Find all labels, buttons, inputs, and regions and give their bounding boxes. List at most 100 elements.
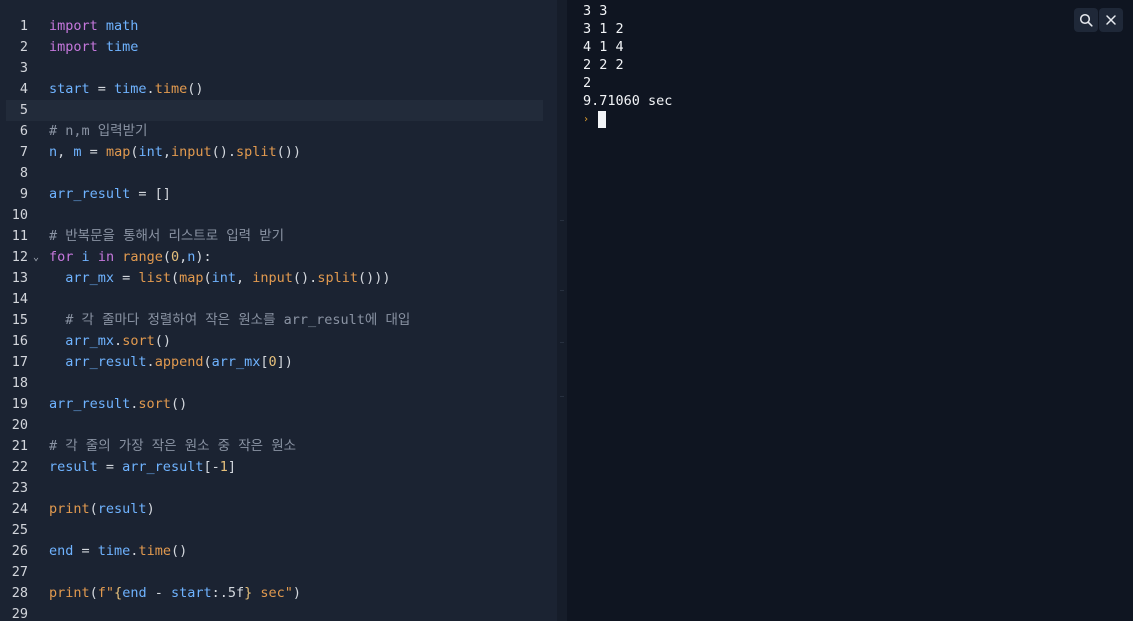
- code-token: # 반복문을 통해서 리스트로 입력 받기: [49, 228, 285, 244]
- line-number: 11: [11, 228, 28, 244]
- code-editor[interactable]: 1 import math 2 import time 3 4 start = time.t…: [0, 0, 557, 621]
- close-icon: [1106, 15, 1116, 25]
- code-token: input: [252, 270, 293, 286]
- line-number: 14: [11, 291, 28, 307]
- code-token: {: [114, 585, 123, 601]
- console-pane[interactable]: 3 3 3 1 2 4 1 4 2 2 2 2 9.71060 sec ›: [567, 0, 1133, 621]
- line-number: 29: [11, 606, 28, 621]
- code-text: import math: [49, 16, 138, 37]
- code-line[interactable]: 21 # 각 줄의 가장 작은 원소 중 작은 원소: [0, 436, 557, 457]
- code-line[interactable]: 11 # 반복문을 통해서 리스트로 입력 받기: [0, 226, 557, 247]
- code-token: .: [146, 81, 155, 97]
- code-token: split: [236, 144, 277, 160]
- code-line[interactable]: 4 start = time.time(): [0, 79, 557, 100]
- console-output-line: 4 1 4: [583, 39, 624, 55]
- code-token: [: [260, 354, 269, 370]
- code-line[interactable]: 3: [0, 58, 557, 79]
- code-line[interactable]: 12 ⌄ for i in range(0,n):: [0, 247, 557, 268]
- code-token: range: [122, 249, 163, 265]
- code-line[interactable]: 16 arr_mx.sort(): [0, 331, 557, 352]
- code-line[interactable]: 14: [0, 289, 557, 310]
- code-token: sec": [252, 585, 293, 601]
- line-number: 4: [19, 81, 28, 97]
- code-line[interactable]: 15 # 각 줄마다 정렬하여 작은 원소를 arr_result에 대입: [0, 310, 557, 331]
- code-line[interactable]: 20: [0, 415, 557, 436]
- code-line[interactable]: 28 print(f"{end - start:.5f} sec"): [0, 583, 557, 604]
- code-line[interactable]: 18: [0, 373, 557, 394]
- search-button[interactable]: [1074, 8, 1098, 32]
- console-prompt[interactable]: ›: [583, 110, 607, 128]
- code-line[interactable]: 19 arr_result.sort(): [0, 394, 557, 415]
- code-line[interactable]: 7 n, m = map(int,input().split()): [0, 142, 557, 163]
- code-token: [-: [203, 459, 220, 475]
- code-token: 1: [219, 459, 228, 475]
- line-number: 8: [19, 165, 28, 181]
- code-token: math: [105, 18, 139, 34]
- close-button[interactable]: [1099, 8, 1123, 32]
- code-line[interactable]: 26 end = time.time(): [0, 541, 557, 562]
- code-token: # 각 줄의 가장 작은 원소 중 작은 원소: [49, 438, 297, 454]
- code-token: arr_mx: [211, 354, 261, 370]
- line-number: 13: [11, 270, 28, 286]
- code-token: split: [317, 270, 358, 286]
- code-token: time: [154, 81, 188, 97]
- code-line[interactable]: 6 # n,m 입력받기: [0, 121, 557, 142]
- line-number: 27: [11, 564, 28, 580]
- code-line[interactable]: 25: [0, 520, 557, 541]
- code-token: (: [162, 249, 171, 265]
- code-token: (): [170, 543, 188, 559]
- code-token: arr_result: [65, 354, 147, 370]
- code-line[interactable]: 1 import math: [0, 16, 557, 37]
- code-line[interactable]: 24 print(result): [0, 499, 557, 520]
- code-text: print(result): [49, 499, 155, 520]
- code-text: # 각 줄마다 정렬하여 작은 원소를 arr_result에 대입: [49, 310, 410, 331]
- pane-divider[interactable]: [557, 0, 567, 621]
- code-token: ]: [227, 459, 236, 475]
- code-token: -: [146, 585, 171, 601]
- fold-chevron-icon[interactable]: ⌄: [33, 247, 39, 268]
- code-token: ())): [357, 270, 391, 286]
- code-line[interactable]: 8: [0, 163, 557, 184]
- code-token: arr_mx: [65, 333, 115, 349]
- divider-mark: [560, 220, 564, 221]
- console-output-line: 3 3: [583, 3, 608, 19]
- line-number: 26: [11, 543, 28, 559]
- code-token: f": [97, 585, 115, 601]
- code-line[interactable]: 29: [0, 604, 557, 621]
- code-token: =: [73, 543, 98, 559]
- code-line[interactable]: 10: [0, 205, 557, 226]
- code-line[interactable]: 17 arr_result.append(arr_mx[0]): [0, 352, 557, 373]
- code-token: time: [105, 39, 139, 55]
- code-line[interactable]: 5: [0, 100, 557, 121]
- code-token: (: [170, 270, 180, 286]
- code-text: print(f"{end - start:.5f} sec"): [49, 583, 301, 604]
- code-token: result: [97, 501, 147, 517]
- code-token: start: [49, 81, 90, 97]
- line-number: 9: [19, 186, 28, 202]
- code-token: (): [170, 396, 188, 412]
- code-line[interactable]: 22 result = arr_result[-1]: [0, 457, 557, 478]
- code-token: (): [187, 81, 204, 97]
- code-line[interactable]: 23: [0, 478, 557, 499]
- code-line[interactable]: 13 arr_mx = list(map(int, input().split(…: [0, 268, 557, 289]
- code-token: ().: [211, 144, 237, 160]
- text-cursor: [598, 110, 607, 128]
- code-line[interactable]: 9 arr_result = []: [0, 184, 557, 205]
- line-number: 25: [11, 522, 28, 538]
- code-token: in: [97, 249, 115, 265]
- code-token: =: [97, 459, 123, 475]
- code-token: =: [89, 81, 115, 97]
- code-line[interactable]: 2 import time: [0, 37, 557, 58]
- code-token: import: [49, 39, 98, 55]
- code-token: end: [49, 543, 74, 559]
- code-token: = []: [130, 186, 171, 202]
- code-token: =: [81, 144, 106, 160]
- code-line[interactable]: 27: [0, 562, 557, 583]
